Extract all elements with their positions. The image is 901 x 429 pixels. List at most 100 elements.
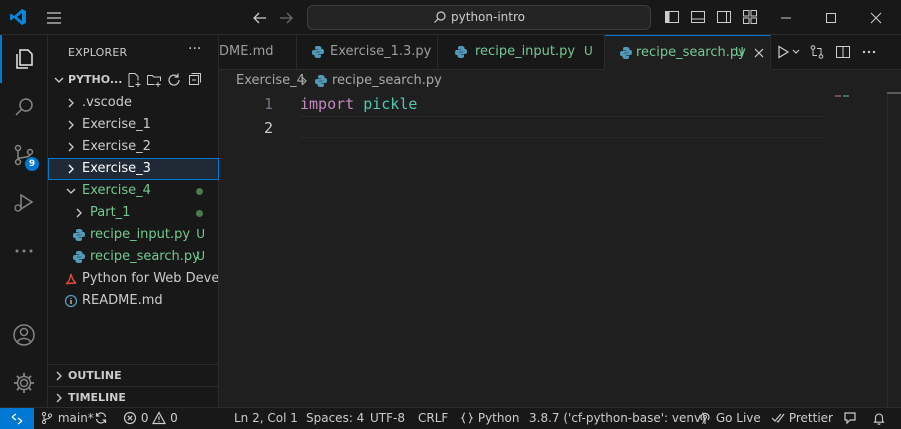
- tree-folder-exercise-1[interactable]: Exercise_1: [48, 114, 219, 136]
- error-count: 0: [140, 411, 149, 425]
- sync-icon: [95, 412, 107, 424]
- explorer-sidebar: EXPLORER ··· PYTHO... .vscode Exercise_1…: [48, 35, 219, 407]
- tree-folder-vscode[interactable]: .vscode: [48, 92, 219, 114]
- broadcast-icon: [700, 412, 710, 424]
- split-editor-icon[interactable]: [835, 44, 851, 60]
- close-window-button[interactable]: [853, 0, 899, 35]
- prettier-label: Prettier: [788, 411, 833, 425]
- python-file-icon: [455, 46, 467, 58]
- breadcrumb: Exercise_4 recipe_search.py: [219, 70, 901, 92]
- tab-recipe-input[interactable]: recipe_input.py U: [438, 35, 605, 70]
- toggle-primary-sidebar-icon[interactable]: [664, 9, 680, 25]
- tree-file-pdf[interactable]: Python for Web Devel...: [48, 268, 219, 290]
- vertical-scrollbar[interactable]: [887, 92, 901, 407]
- activity-run-debug[interactable]: [0, 179, 48, 227]
- problems-indicator[interactable]: 0 0: [123, 411, 178, 425]
- tab-label: recipe_input.py: [475, 44, 576, 59]
- toggle-secondary-sidebar-icon[interactable]: [716, 9, 732, 25]
- maximize-icon: [826, 12, 836, 23]
- editor-tabs: DME.md Exercise_1.3.py recipe_input.py U…: [219, 35, 901, 70]
- source-control-badge: 9: [25, 157, 39, 171]
- language-mode[interactable]: Python: [460, 411, 519, 425]
- collapse-all-icon[interactable]: [186, 72, 202, 88]
- tree-file-recipe-input[interactable]: recipe_input.py U: [48, 224, 219, 246]
- indentation[interactable]: Spaces: 4: [306, 411, 364, 425]
- forward-arrow-icon[interactable]: [276, 8, 296, 28]
- breadcrumb-folder[interactable]: Exercise_4: [236, 73, 305, 88]
- minimize-button[interactable]: [763, 0, 809, 35]
- toggle-panel-icon[interactable]: [690, 9, 706, 25]
- git-modified-dot: [196, 210, 203, 217]
- tab-readme[interactable]: DME.md: [219, 35, 297, 70]
- tree-file-recipe-search[interactable]: recipe_search.py U: [48, 246, 219, 268]
- warning-icon: [152, 411, 167, 425]
- line-number: 1: [263, 95, 273, 113]
- cursor-position[interactable]: Ln 2, Col 1: [234, 411, 298, 425]
- menu-icon[interactable]: [44, 8, 64, 28]
- line-number: 2: [263, 119, 273, 137]
- chevron-right-icon: [76, 208, 82, 218]
- activity-accounts[interactable]: [0, 311, 48, 359]
- feedback-button[interactable]: [843, 411, 857, 425]
- go-live-button[interactable]: Go Live: [698, 411, 761, 425]
- refresh-icon[interactable]: [166, 72, 182, 88]
- tree-file-readme[interactable]: README.md: [48, 290, 219, 312]
- command-center-search[interactable]: python-intro: [307, 5, 651, 30]
- outline-label: OUTLINE: [68, 369, 122, 382]
- timeline-section[interactable]: TIMELINE: [48, 386, 219, 408]
- compare-changes-icon[interactable]: [809, 44, 825, 60]
- run-debug-icon: [14, 193, 34, 212]
- tree-folder-exercise-4[interactable]: Exercise_4: [48, 180, 219, 202]
- end-of-line[interactable]: CRLF: [418, 411, 448, 425]
- chevron-down-icon: [54, 77, 64, 83]
- prettier-button[interactable]: Prettier: [771, 411, 833, 425]
- new-folder-icon[interactable]: [146, 72, 162, 88]
- tree-folder-part-1[interactable]: Part_1: [48, 202, 219, 224]
- workspace-root-label: PYTHO...: [68, 73, 123, 86]
- breadcrumb-file[interactable]: recipe_search.py: [332, 73, 442, 88]
- sync-button[interactable]: [94, 411, 108, 425]
- chevron-down-icon[interactable]: [791, 44, 801, 60]
- activity-more[interactable]: [0, 227, 48, 275]
- maximize-button[interactable]: [808, 0, 854, 35]
- tab-untracked-badge: U: [735, 45, 744, 59]
- activity-manage[interactable]: [0, 359, 48, 407]
- python-file-icon: [315, 75, 327, 87]
- notifications-button[interactable]: [872, 411, 886, 425]
- language-label: Python: [477, 411, 520, 425]
- explorer-more-actions[interactable]: ···: [188, 41, 201, 57]
- python-interpreter[interactable]: 3.8.7 ('cf-python-base': venv): [529, 411, 706, 425]
- code-editor[interactable]: 1 2 import pickle: [219, 92, 901, 407]
- chevron-right-icon: [56, 393, 62, 403]
- search-icon: [434, 11, 446, 23]
- more-actions-icon[interactable]: [861, 44, 877, 60]
- tab-label: Exercise_1.3.py: [330, 44, 432, 59]
- git-branch-icon: [41, 411, 53, 425]
- close-icon[interactable]: [751, 45, 767, 61]
- activity-source-control[interactable]: 9: [0, 131, 48, 179]
- code-module: pickle: [363, 95, 418, 113]
- tree-folder-exercise-2[interactable]: Exercise_2: [48, 136, 219, 158]
- tree-item-label: Exercise_3: [82, 161, 151, 176]
- outline-section[interactable]: OUTLINE: [48, 364, 219, 386]
- workspace-root[interactable]: PYTHO...: [48, 69, 219, 91]
- tree-folder-exercise-3[interactable]: Exercise_3: [48, 158, 219, 180]
- new-file-icon[interactable]: [126, 72, 142, 88]
- encoding[interactable]: UTF-8: [370, 411, 405, 425]
- tree-item-label: .vscode: [82, 95, 132, 110]
- tab-recipe-search[interactable]: recipe_search.py U: [605, 35, 771, 70]
- remote-indicator[interactable]: [0, 408, 34, 429]
- activity-explorer[interactable]: [0, 35, 48, 83]
- tree-item-label: recipe_search.py: [90, 249, 200, 264]
- python-file-icon: [620, 47, 632, 59]
- minimap-module: [843, 95, 849, 97]
- go-live-label: Go Live: [715, 411, 761, 425]
- git-branch[interactable]: main*: [40, 411, 94, 425]
- activity-search[interactable]: [0, 83, 48, 131]
- customize-layout-icon[interactable]: [742, 9, 758, 25]
- current-line-highlight: [299, 116, 826, 138]
- tab-exercise-1-3[interactable]: Exercise_1.3.py: [297, 35, 438, 70]
- back-arrow-icon[interactable]: [250, 8, 270, 28]
- search-text: python-intro: [451, 10, 525, 24]
- run-python-file-icon[interactable]: [775, 44, 791, 60]
